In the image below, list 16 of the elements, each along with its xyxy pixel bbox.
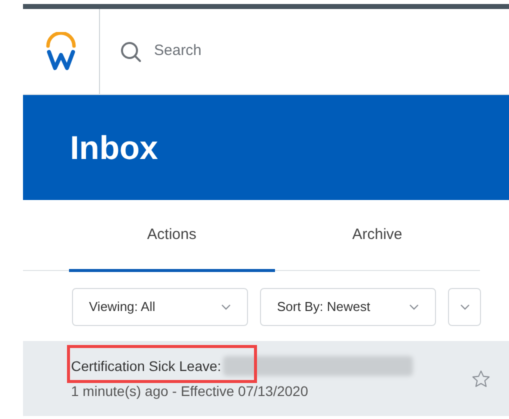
item-subtitle: 1 minute(s) ago - Effective 07/13/2020 bbox=[71, 382, 310, 401]
expand-button[interactable] bbox=[448, 288, 481, 326]
filter-dropdown[interactable]: Viewing: All bbox=[72, 288, 248, 326]
logo-icon[interactable] bbox=[44, 32, 78, 72]
tab[interactable]: Archive bbox=[274, 224, 480, 272]
chevron-down-icon bbox=[460, 304, 470, 310]
page-title: Inbox bbox=[70, 128, 158, 168]
filter-dropdown[interactable]: Sort By: Newest bbox=[260, 288, 436, 326]
star-icon[interactable] bbox=[471, 368, 491, 388]
chevron-down-icon bbox=[221, 304, 231, 310]
item-title: Certification Sick Leave: bbox=[71, 356, 222, 376]
chevron-down-icon bbox=[409, 304, 419, 310]
tab[interactable]: Actions bbox=[69, 224, 274, 272]
search-field[interactable]: Search bbox=[154, 40, 354, 63]
search-icon bbox=[120, 40, 142, 62]
inbox-item[interactable]: Certification Sick Leave: 1 minute(s) ago - Effective 07/13/2020 bbox=[23, 341, 509, 416]
